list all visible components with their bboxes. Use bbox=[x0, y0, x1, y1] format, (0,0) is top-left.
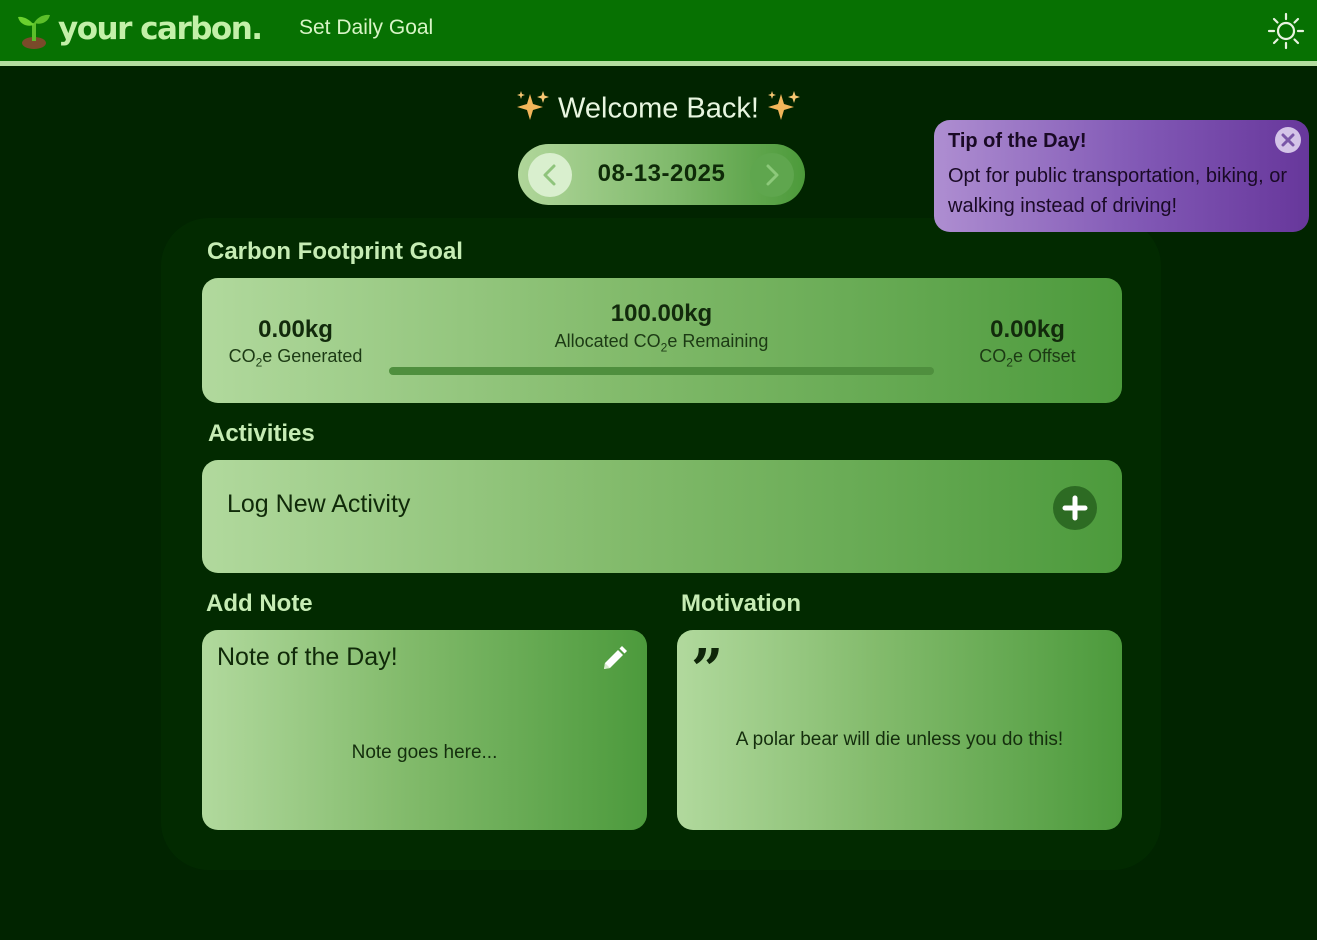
generated-value: 0.00kg bbox=[258, 316, 333, 343]
carbon-goal-heading: Carbon Footprint Goal bbox=[207, 238, 463, 265]
date-navigator: 08-13-2025 bbox=[518, 144, 805, 205]
set-daily-goal-link[interactable]: Set Daily Goal bbox=[299, 16, 433, 40]
next-day-button[interactable] bbox=[750, 153, 794, 197]
previous-day-button[interactable] bbox=[528, 153, 572, 197]
note-body: Note goes here... bbox=[351, 742, 498, 763]
offset-value: 0.00kg bbox=[990, 316, 1065, 343]
welcome-text: Welcome Back! bbox=[558, 92, 759, 125]
sun-icon bbox=[1267, 12, 1305, 50]
note-title: Note of the Day! bbox=[217, 643, 398, 671]
goal-progress-bar bbox=[389, 367, 934, 375]
motivation-text: A polar bear will die unless you do this… bbox=[735, 729, 1064, 750]
tip-body: Opt for public transportation, biking, o… bbox=[948, 165, 1288, 217]
dashboard-card: Carbon Footprint Goal 0.00kg CO2e Genera… bbox=[161, 218, 1161, 870]
add-activity-button[interactable] bbox=[1053, 486, 1097, 530]
sprout-icon bbox=[18, 14, 50, 49]
add-note-heading: Add Note bbox=[206, 590, 313, 617]
logo-text: your carbon. bbox=[58, 11, 263, 47]
pencil-icon bbox=[604, 646, 627, 669]
app-logo[interactable]: your carbon. bbox=[16, 6, 263, 52]
motivation-heading: Motivation bbox=[681, 590, 801, 617]
tip-title: Tip of the Day! bbox=[948, 130, 1087, 152]
sparkles-icon bbox=[516, 90, 550, 130]
edit-note-button[interactable] bbox=[598, 643, 630, 675]
current-date: 08-13-2025 bbox=[597, 160, 726, 187]
offset-label: CO2e Offset bbox=[979, 346, 1076, 370]
log-activity-panel[interactable]: Log New Activity bbox=[202, 460, 1122, 573]
generated-label: CO2e Generated bbox=[228, 346, 363, 370]
log-activity-label: Log New Activity bbox=[227, 490, 411, 518]
chevron-left-icon bbox=[543, 164, 556, 186]
sparkles-icon bbox=[767, 90, 801, 130]
carbon-goal-panel: 0.00kg CO2e Generated 100.00kg Allocated… bbox=[202, 278, 1122, 403]
quote-icon: ” bbox=[691, 637, 724, 703]
plus-icon bbox=[1062, 495, 1088, 521]
top-navigation-bar: your carbon. Set Daily Goal bbox=[0, 0, 1317, 66]
note-card[interactable]: Note of the Day! Note goes here... bbox=[202, 630, 647, 830]
motivation-card: ” A polar bear will die unless you do th… bbox=[677, 630, 1122, 830]
activities-heading: Activities bbox=[208, 420, 315, 447]
tip-close-button[interactable] bbox=[1275, 127, 1301, 153]
close-icon bbox=[1281, 133, 1295, 147]
remaining-label: Allocated CO2e Remaining bbox=[554, 331, 769, 355]
theme-toggle-button[interactable] bbox=[1265, 10, 1307, 52]
chevron-right-icon bbox=[766, 164, 779, 186]
tip-of-the-day-popup: Tip of the Day! Opt for public transport… bbox=[934, 120, 1309, 232]
remaining-value: 100.00kg bbox=[610, 300, 713, 327]
